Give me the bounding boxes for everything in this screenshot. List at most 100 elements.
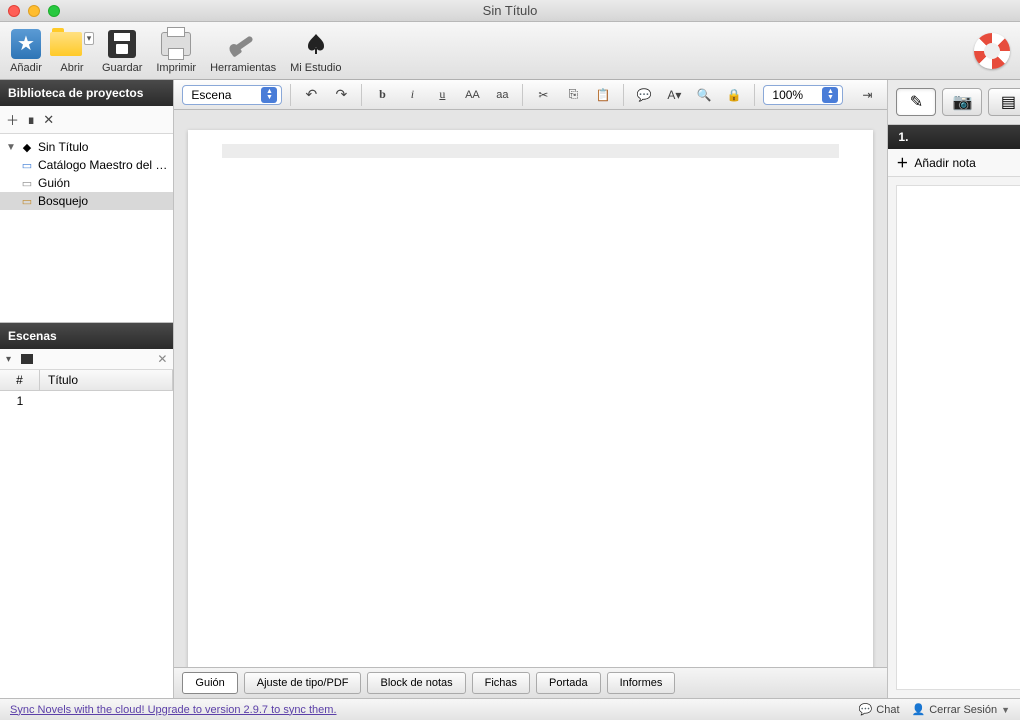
uppercase-button[interactable]: AA	[460, 84, 484, 106]
italic-button[interactable]: i	[400, 84, 424, 106]
save-label: Guardar	[102, 62, 142, 74]
add-button[interactable]: ★ Añadir	[10, 28, 42, 74]
right-tab-pen[interactable]: ✎	[896, 88, 936, 116]
collapse-right-button[interactable]: ⇥	[855, 84, 879, 106]
save-icon	[108, 30, 136, 58]
studio-button[interactable]: Mi Estudio	[290, 28, 341, 74]
script-icon: ▭	[20, 176, 34, 190]
tab-informes[interactable]: Informes	[607, 672, 676, 694]
left-sidebar: Biblioteca de proyectos ＋ ∎ ✕ ▼ ◆ Sin Tí…	[0, 80, 174, 698]
font-button[interactable]: A▾	[662, 84, 686, 106]
right-tabbar: ✎ 📷 ▤ 🛒	[888, 80, 1020, 125]
paste-button[interactable]: 📋	[591, 84, 615, 106]
tree-item-label: Bosquejo	[38, 194, 88, 208]
document-page[interactable]	[188, 130, 873, 667]
chevron-down-icon: ▼	[1001, 705, 1010, 715]
scenes-filter-icon[interactable]	[21, 354, 33, 364]
open-dropdown-icon[interactable]: ▾	[84, 32, 95, 45]
scenes-panel: Escenas ▾ ✕ # Título 1	[0, 322, 173, 698]
zoom-selector[interactable]: 100% ▲▼	[763, 85, 843, 105]
window-maximize-button[interactable]	[48, 5, 60, 17]
tab-fichas[interactable]: Fichas	[472, 672, 530, 694]
editor-viewport[interactable]	[174, 110, 887, 667]
cut-button[interactable]: ✂	[531, 84, 555, 106]
save-button[interactable]: Guardar	[102, 28, 142, 74]
pen-icon: ✎	[910, 92, 923, 112]
tab-ajuste[interactable]: Ajuste de tipo/PDF	[244, 672, 362, 694]
lowercase-button[interactable]: aa	[490, 84, 514, 106]
scenes-col-title[interactable]: Título	[40, 370, 173, 390]
tree-item-label: Guión	[38, 176, 70, 190]
window-titlebar: Sin Título	[0, 0, 1020, 22]
tree-root[interactable]: ▼ ◆ Sin Título	[0, 138, 173, 156]
chat-label: Chat	[876, 704, 899, 716]
chat-button[interactable]: 💬 Chat	[859, 703, 900, 716]
library-add-icon[interactable]: ＋	[6, 110, 19, 129]
scenes-row-num: 1	[0, 391, 40, 411]
star-icon: ★	[11, 29, 41, 59]
library-delete-icon[interactable]: ✕	[43, 112, 54, 128]
project-tree: ▼ ◆ Sin Título ▭ Catálogo Maestro del … …	[0, 134, 173, 322]
help-button[interactable]	[974, 33, 1010, 69]
tools-button[interactable]: Herramientas	[210, 28, 276, 74]
sync-link[interactable]: Sync Novels with the cloud! Upgrade to v…	[10, 704, 337, 716]
print-icon	[161, 32, 191, 56]
underline-button[interactable]: u	[430, 84, 454, 106]
lock-button[interactable]: 🔒	[722, 84, 746, 106]
open-button[interactable]: ▾ Abrir	[56, 28, 88, 74]
add-note-label: Añadir nota	[914, 156, 975, 170]
center-area: Escena ▲▼ ↶ ↷ b i u AA aa ✂ ⎘ 📋 💬 A▾ 🔍 🔒…	[174, 80, 887, 698]
life-ring-icon	[974, 33, 1010, 69]
zoom-value: 100%	[772, 88, 803, 102]
add-note-bar[interactable]: ＋ Añadir nota ▼	[888, 149, 1020, 177]
bold-button[interactable]: b	[370, 84, 394, 106]
scenes-close-icon[interactable]: ✕	[157, 352, 167, 366]
main-toolbar: ★ Añadir ▾ Abrir Guardar Imprimir Herram…	[0, 22, 1020, 80]
user-icon: 👤	[912, 703, 926, 716]
notes-area[interactable]	[896, 185, 1020, 690]
scenes-table-header: # Título	[0, 370, 173, 391]
window-minimize-button[interactable]	[28, 5, 40, 17]
right-tab-notes[interactable]: ▤	[988, 88, 1020, 116]
tab-portada[interactable]: Portada	[536, 672, 601, 694]
tab-block[interactable]: Block de notas	[367, 672, 465, 694]
right-tab-camera[interactable]: 📷	[942, 88, 982, 116]
scenes-col-num[interactable]: #	[0, 370, 40, 390]
print-label: Imprimir	[156, 62, 196, 74]
logout-button[interactable]: 👤 Cerrar Sesión ▼	[912, 703, 1010, 716]
tree-root-label: Sin Título	[38, 140, 88, 154]
right-sidebar: ✎ 📷 ▤ 🛒 1. ＋ Añadir nota ▼	[887, 80, 1020, 698]
comment-button[interactable]: 💬	[632, 84, 656, 106]
library-header: Biblioteca de proyectos	[0, 80, 173, 106]
notes-icon: ▤	[1001, 92, 1016, 112]
window-close-button[interactable]	[8, 5, 20, 17]
find-button[interactable]: 🔍	[692, 84, 716, 106]
spade-icon	[304, 32, 328, 56]
tree-item-selected[interactable]: ▭ Bosquejo	[0, 192, 173, 210]
stepper-icon: ▲▼	[261, 87, 277, 103]
style-selector[interactable]: Escena ▲▼	[182, 85, 282, 105]
open-label: Abrir	[60, 62, 83, 74]
stepper-icon: ▲▼	[822, 87, 838, 103]
disclosure-triangle-icon[interactable]: ▼	[6, 142, 16, 153]
section-number: 1.	[888, 125, 1020, 149]
plus-icon: ＋	[896, 154, 908, 171]
folder-icon	[50, 32, 82, 56]
undo-button[interactable]: ↶	[299, 84, 323, 106]
status-bar: Sync Novels with the cloud! Upgrade to v…	[0, 698, 1020, 720]
tree-item[interactable]: ▭ Catálogo Maestro del …	[0, 156, 173, 174]
tree-item-label: Catálogo Maestro del …	[38, 158, 167, 172]
tab-guion[interactable]: Guión	[182, 672, 237, 694]
redo-button[interactable]: ↷	[329, 84, 353, 106]
scenes-collapse-icon[interactable]: ▾	[6, 354, 11, 365]
style-value: Escena	[191, 88, 231, 102]
copy-button[interactable]: ⎘	[561, 84, 585, 106]
scenes-row-title	[40, 391, 173, 411]
scenes-row[interactable]: 1	[0, 391, 173, 411]
scenes-header: Escenas	[0, 323, 173, 349]
library-folder-icon[interactable]: ∎	[27, 112, 35, 128]
window-title: Sin Título	[483, 3, 538, 18]
bottom-tabbar: Guión Ajuste de tipo/PDF Block de notas …	[174, 667, 887, 698]
tree-item[interactable]: ▭ Guión	[0, 174, 173, 192]
print-button[interactable]: Imprimir	[156, 28, 196, 74]
